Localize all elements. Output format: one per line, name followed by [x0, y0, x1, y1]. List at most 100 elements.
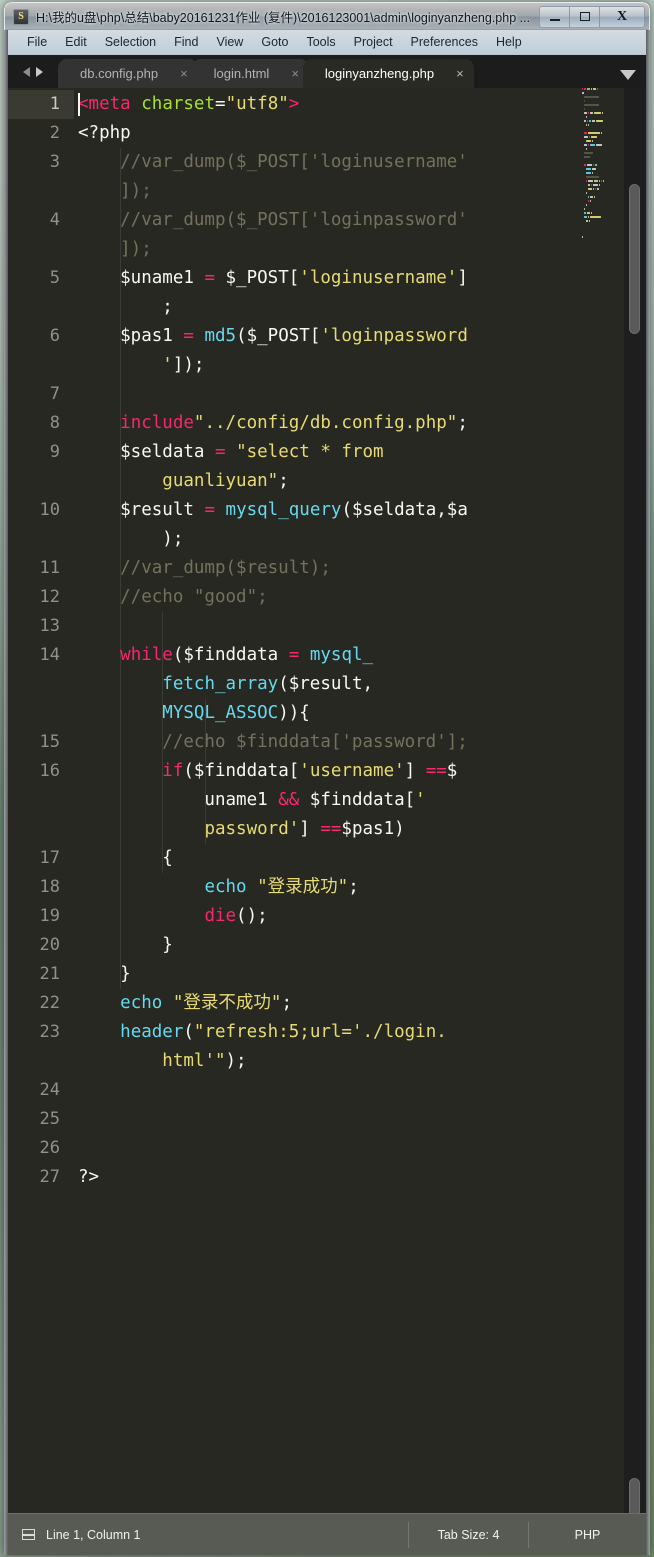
tab-size-label: Tab Size: 4: [437, 1527, 500, 1542]
tab-nav-arrows[interactable]: [8, 55, 58, 88]
code-line[interactable]: ?>: [78, 1163, 646, 1192]
menu-item-tools[interactable]: Tools: [297, 32, 344, 52]
line-number: 26: [39, 1138, 60, 1158]
triangle-right-icon[interactable]: [36, 66, 43, 77]
code-line[interactable]: ]);: [78, 177, 646, 206]
minimap-line: [580, 88, 624, 91]
code-token: MYSQL_ASSOC: [162, 703, 279, 723]
menu-item-edit[interactable]: Edit: [56, 32, 96, 52]
minimap-line: [580, 216, 624, 219]
code-line[interactable]: $pas1 = md5($_POST['loginpassword: [78, 322, 646, 351]
code-line[interactable]: }: [78, 931, 646, 960]
code-line[interactable]: $uname1 = $_POST['loginusername']: [78, 264, 646, 293]
code-line[interactable]: [78, 380, 646, 409]
menu-item-find[interactable]: Find: [165, 32, 207, 52]
code-line[interactable]: );: [78, 525, 646, 554]
code-line[interactable]: $result = mysql_query($seldata,$a: [78, 496, 646, 525]
menu-item-project[interactable]: Project: [345, 32, 402, 52]
code-line[interactable]: //var_dump($_POST['loginpassword': [78, 206, 646, 235]
code-line[interactable]: die();: [78, 902, 646, 931]
status-left-group[interactable]: Line 1, Column 1: [8, 1528, 408, 1542]
maximize-button[interactable]: [569, 5, 600, 28]
tab-label: login.html: [213, 66, 270, 81]
sidebar-toggle-icon[interactable]: [22, 1529, 35, 1540]
code-line[interactable]: {: [78, 844, 646, 873]
minimap-line: [580, 116, 624, 119]
menu-item-preferences[interactable]: Preferences: [402, 32, 487, 52]
code-line[interactable]: [78, 1076, 646, 1105]
code-line[interactable]: //echo $finddata['password'];: [78, 728, 646, 757]
code-token: echo: [204, 877, 247, 897]
code-line[interactable]: fetch_array($result,: [78, 670, 646, 699]
code-token: "../config/db.config.php": [193, 413, 458, 433]
tab-size-button[interactable]: Tab Size: 4: [408, 1521, 528, 1548]
minimap-token: [589, 200, 592, 202]
code-line[interactable]: uname1 && $finddata[': [78, 786, 646, 815]
code-line[interactable]: $seldata = "select * from: [78, 438, 646, 467]
tab-loginyanzheng-php[interactable]: loginyanzheng.php ×: [302, 59, 474, 88]
code-token: die: [204, 906, 237, 926]
minimap-token: [583, 132, 588, 134]
code-line[interactable]: include"../config/db.config.php";: [78, 409, 646, 438]
vertical-scrollbar-thumb[interactable]: [629, 184, 640, 334]
menu-item-selection[interactable]: Selection: [96, 32, 165, 52]
code-line[interactable]: ;: [78, 293, 646, 322]
minimap-token: [591, 184, 593, 186]
minimize-button[interactable]: [539, 5, 570, 28]
minimap-token: [582, 236, 583, 238]
tab-close-icon[interactable]: ×: [291, 67, 299, 80]
code-line[interactable]: header("refresh:5;url='./login.: [78, 1018, 646, 1047]
code-line[interactable]: ']);: [78, 351, 646, 380]
chevron-down-icon[interactable]: [620, 70, 636, 80]
code-line[interactable]: <meta charset="utf8">: [78, 90, 646, 119]
code-line[interactable]: //var_dump($result);: [78, 554, 646, 583]
vertical-scrollbar-track[interactable]: [624, 88, 646, 1555]
triangle-left-icon[interactable]: [23, 66, 30, 77]
code-minimap[interactable]: [580, 88, 624, 1513]
menu-item-file[interactable]: File: [18, 32, 56, 52]
minimap-token: [601, 180, 603, 182]
syntax-mode-button[interactable]: PHP: [528, 1521, 646, 1548]
tab-close-icon[interactable]: ×: [180, 67, 188, 80]
line-number: 3: [49, 152, 60, 172]
tab-login-html[interactable]: login.html ×: [191, 59, 309, 88]
maximize-icon: [579, 12, 590, 21]
menu-item-view[interactable]: View: [207, 32, 252, 52]
code-line[interactable]: ]);: [78, 235, 646, 264]
code-editor[interactable]: 123 4 5 6 789 10 11 12 13 14 15 16 17 18 19 20 2…: [8, 88, 646, 1513]
code-line[interactable]: echo "登录不成功";: [78, 989, 646, 1018]
line-number: 5: [49, 268, 60, 288]
menu-item-help[interactable]: Help: [487, 32, 531, 52]
code-line[interactable]: <?php: [78, 119, 646, 148]
minimap-token: [583, 120, 587, 122]
code-line[interactable]: }: [78, 960, 646, 989]
tab-label: db.config.php: [80, 66, 159, 81]
menu-item-goto[interactable]: Goto: [252, 32, 297, 52]
code-line[interactable]: //var_dump($_POST['loginusername': [78, 148, 646, 177]
code-line[interactable]: [78, 1134, 646, 1163]
minimap-token: [586, 212, 590, 214]
code-line[interactable]: echo "登录成功";: [78, 873, 646, 902]
code-token: charset: [141, 94, 216, 114]
line-number: 9: [49, 442, 60, 462]
minimap-token: [583, 144, 588, 146]
code-token: ==: [425, 761, 447, 781]
minimap-token: [587, 180, 593, 182]
code-line[interactable]: while($finddata = mysql_: [78, 641, 646, 670]
code-line[interactable]: html'");: [78, 1047, 646, 1076]
window-title: H:\我的u盘\php\总结\baby20161231作业 (复件)\20161…: [36, 11, 531, 25]
code-line[interactable]: password'] ==$pas1): [78, 815, 646, 844]
code-line[interactable]: [78, 1105, 646, 1134]
code-line[interactable]: MYSQL_ASSOC)){: [78, 699, 646, 728]
code-content[interactable]: <meta charset="utf8"> <?php //var_dump($_…: [74, 88, 646, 1513]
tab-close-icon[interactable]: ×: [456, 67, 464, 80]
code-line[interactable]: if($finddata['username'] ==$: [78, 757, 646, 786]
code-token: include: [120, 413, 194, 433]
code-line[interactable]: guanliyuan";: [78, 467, 646, 496]
code-line[interactable]: //echo "good";: [78, 583, 646, 612]
close-button[interactable]: X: [599, 5, 645, 28]
tab-db-config-php[interactable]: db.config.php ×: [58, 59, 198, 88]
code-line[interactable]: [78, 612, 646, 641]
